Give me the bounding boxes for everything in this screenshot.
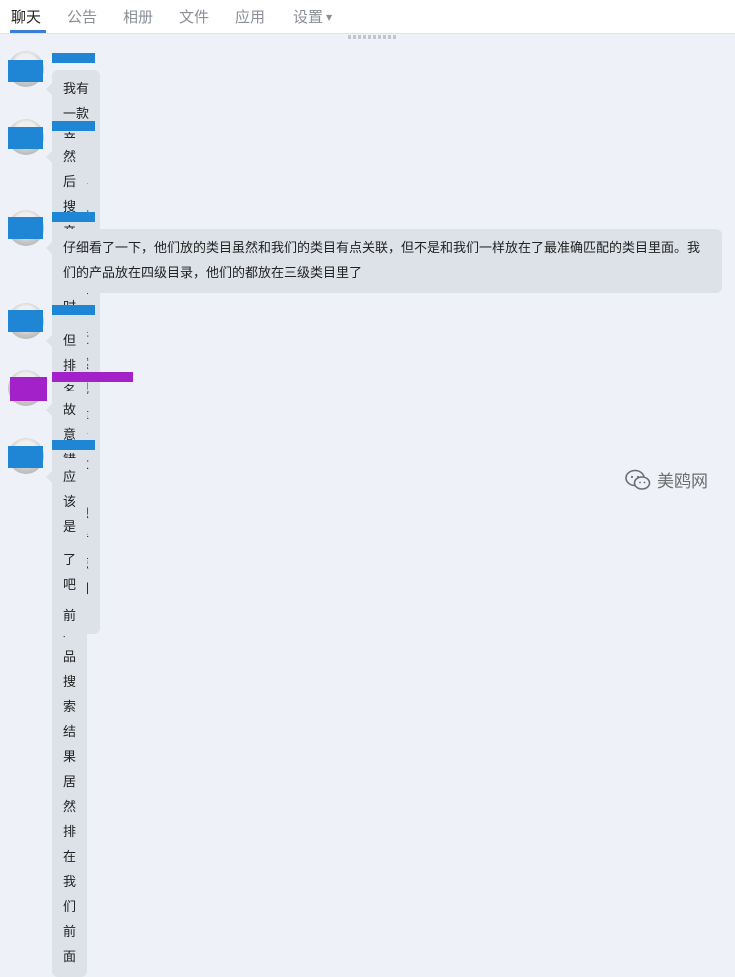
timestamp-redacted xyxy=(348,35,398,39)
avatar-redaction xyxy=(10,377,47,401)
watermark: 美鸥网 xyxy=(625,467,708,492)
sender-name-redacted xyxy=(52,212,95,222)
tab-apps[interactable]: 应用 xyxy=(235,6,265,27)
message-bubble: 应该是 xyxy=(45,458,88,547)
sender-name-redacted xyxy=(52,53,95,63)
wechat-icon xyxy=(625,469,651,490)
tab-announcements[interactable]: 公告 xyxy=(67,6,97,27)
chevron-down-icon: ▼ xyxy=(326,13,333,22)
avatar-redaction xyxy=(8,60,43,82)
avatar-redaction xyxy=(8,127,43,149)
active-tab-indicator xyxy=(10,30,46,33)
avatar-redaction xyxy=(8,446,43,468)
message-bubble: 仔细看了一下，他们放的类目虽然和我们的类目有点关联，但不是和我们一样放在了最准确… xyxy=(46,229,722,293)
sender-name-redacted xyxy=(52,372,133,382)
tab-album[interactable]: 相册 xyxy=(123,6,153,27)
sender-name-redacted xyxy=(52,440,95,450)
tab-files[interactable]: 文件 xyxy=(179,6,209,27)
avatar-redaction xyxy=(8,217,43,239)
tab-chat[interactable]: 聊天 xyxy=(11,6,41,27)
tab-bar: 聊天 公告 相册 文件 应用 设置 ▼ xyxy=(0,0,735,34)
sender-name-redacted xyxy=(52,121,95,131)
sender-name-redacted xyxy=(52,305,95,315)
tab-settings-label: 设置 xyxy=(293,8,324,26)
avatar-redaction xyxy=(8,310,43,332)
tab-settings[interactable]: 设置 ▼ xyxy=(293,6,332,27)
watermark-text: 美鸥网 xyxy=(657,472,708,492)
